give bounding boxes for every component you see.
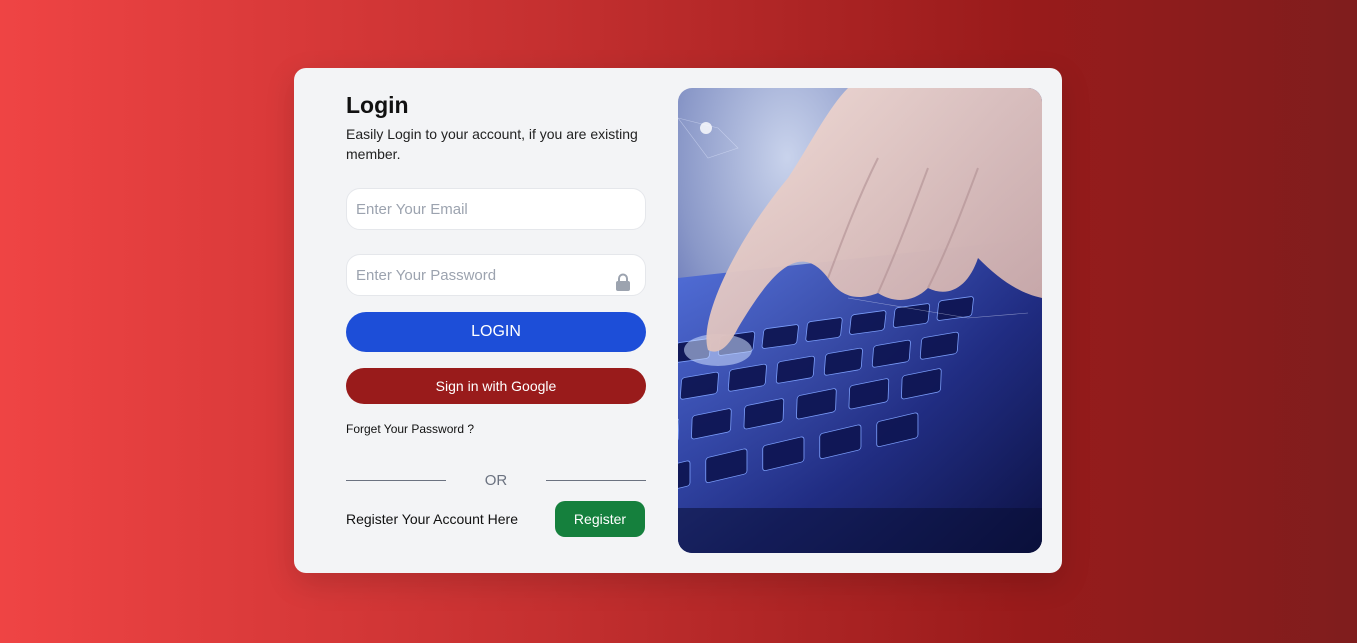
email-field-wrapper bbox=[346, 188, 646, 230]
login-button[interactable]: LOGIN bbox=[346, 312, 646, 352]
register-button[interactable]: Register bbox=[555, 501, 645, 537]
password-field-wrapper bbox=[346, 254, 646, 296]
login-subtitle: Easily Login to your account, if you are… bbox=[346, 126, 638, 162]
login-card: Login Easily Login to your account, if y… bbox=[294, 68, 1062, 573]
hero-image bbox=[678, 88, 1042, 553]
page-title: Login bbox=[346, 92, 409, 118]
divider-line-right bbox=[546, 480, 646, 481]
forgot-password-link[interactable]: Forget Your Password ? bbox=[346, 422, 474, 436]
email-field[interactable] bbox=[347, 189, 645, 229]
keyboard-hand-image bbox=[678, 88, 1042, 553]
password-field[interactable] bbox=[347, 255, 645, 295]
lock-icon bbox=[616, 273, 630, 291]
or-divider: OR bbox=[346, 472, 646, 490]
google-signin-button[interactable]: Sign in with Google bbox=[346, 368, 646, 404]
register-prompt: Register Your Account Here bbox=[346, 511, 518, 527]
